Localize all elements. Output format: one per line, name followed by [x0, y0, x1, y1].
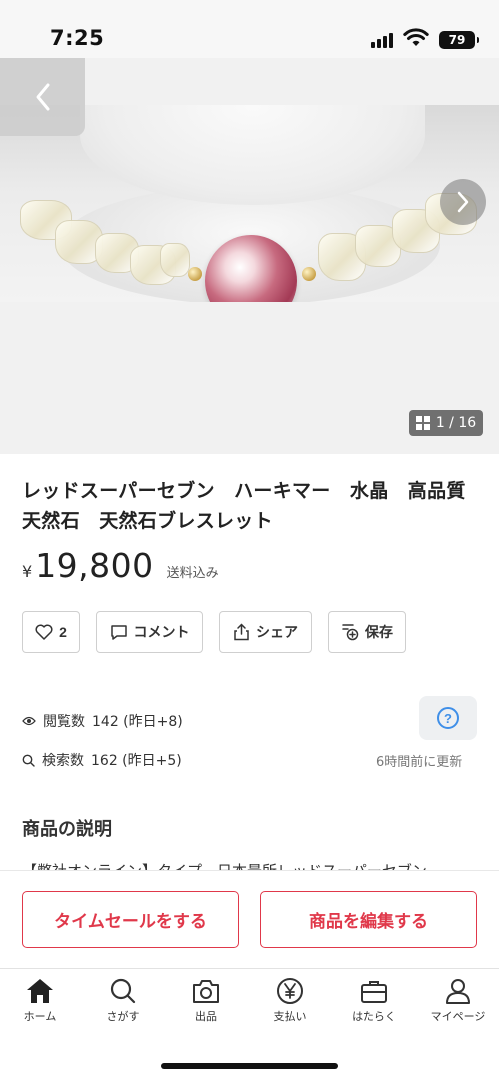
share-button[interactable]: シェア [219, 611, 312, 653]
tab-search-label: さがす [106, 1010, 140, 1023]
like-button[interactable]: 2 [22, 611, 80, 653]
share-icon [234, 623, 249, 641]
camera-icon [193, 980, 219, 1003]
help-button[interactable]: ? [419, 696, 477, 740]
battery-indicator: 79 [439, 31, 479, 49]
tab-home[interactable]: ホーム [0, 977, 80, 1024]
search-value: 162 (昨日+5) [91, 753, 182, 769]
views-label: 閲覧数 [43, 714, 85, 730]
comment-button[interactable]: コメント [96, 611, 203, 653]
tab-home-label: ホーム [23, 1010, 57, 1023]
comment-label: コメント [133, 624, 190, 640]
tab-search[interactable]: さがす [83, 977, 163, 1024]
home-indicator [161, 1063, 338, 1069]
save-label: 保存 [365, 624, 393, 640]
tab-mypage[interactable]: マイページ [418, 977, 498, 1024]
question-icon: ? [437, 707, 459, 729]
share-label: シェア [256, 624, 298, 640]
search-icon [22, 754, 35, 767]
like-count: 2 [59, 624, 67, 640]
tab-pay[interactable]: 支払い [250, 977, 330, 1024]
comment-icon [110, 624, 127, 640]
chevron-right-icon [457, 191, 469, 213]
product-image-carousel[interactable]: 1 / 16 [0, 58, 499, 454]
status-time: 7:25 [50, 26, 105, 50]
briefcase-icon [361, 981, 387, 1003]
yen-icon [277, 978, 303, 1004]
views-value: 142 (昨日+8) [92, 714, 183, 730]
time-sale-button[interactable]: タイムセールをする [22, 891, 239, 948]
action-buttons: 2 コメント シェア 保存 [22, 611, 406, 653]
search-stat: 検索数 162 (昨日+5) [22, 750, 182, 770]
tab-work[interactable]: はたらく [334, 977, 414, 1024]
heart-icon [35, 624, 53, 640]
updated-time: 6時間前に更新 [376, 755, 463, 770]
tab-work-label: はたらく [352, 1010, 396, 1023]
views-stat: 閲覧数 142 (昨日+8) [22, 711, 183, 731]
wifi-icon [403, 28, 429, 46]
tab-sell-label: 出品 [195, 1010, 217, 1023]
save-button[interactable]: 保存 [328, 611, 406, 653]
image-counter[interactable]: 1 / 16 [409, 410, 483, 436]
search-label: 検索数 [42, 753, 84, 769]
cta-bar: タイムセールをする 商品を編集する [0, 870, 499, 968]
tab-sell[interactable]: 出品 [166, 977, 246, 1024]
tab-pay-label: 支払い [273, 1010, 307, 1023]
edit-product-button[interactable]: 商品を編集する [260, 891, 477, 948]
home-icon [27, 979, 53, 1003]
currency-symbol: ¥ [22, 562, 33, 581]
search-icon [110, 978, 136, 1004]
image-counter-text: 1 / 16 [435, 415, 477, 431]
next-image-button[interactable] [440, 179, 486, 225]
back-button[interactable] [0, 58, 85, 136]
save-list-icon [342, 624, 359, 641]
price-row: ¥ 19,800 送料込み [22, 546, 219, 585]
signal-icon [371, 33, 393, 48]
tab-mypage-label: マイページ [430, 1010, 486, 1023]
shipping-note: 送料込み [166, 566, 219, 581]
chevron-left-icon [36, 83, 49, 111]
price: 19,800 [35, 546, 154, 585]
grid-icon [415, 416, 430, 430]
product-title: レッドスーパーセブン ハーキマー 水晶 高品質 天然石 天然石ブレスレット [22, 480, 486, 532]
person-icon [446, 979, 470, 1004]
description-heading: 商品の説明 [22, 819, 112, 840]
status-bar: 7:25 79 [0, 0, 499, 58]
eye-icon [22, 716, 36, 726]
